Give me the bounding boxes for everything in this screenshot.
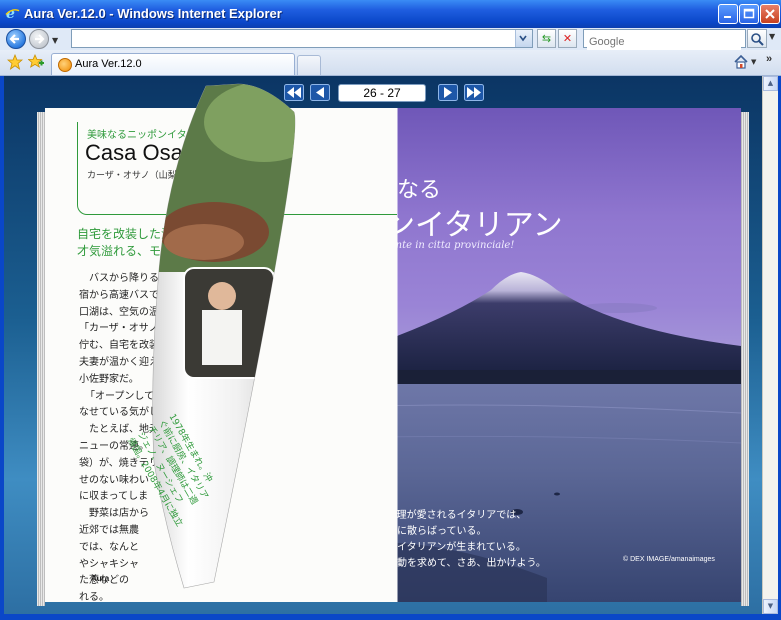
close-icon bbox=[765, 9, 775, 19]
window-title: Aura Ver.12.0 - Windows Internet Explore… bbox=[24, 6, 282, 21]
favorites-star-icon[interactable] bbox=[7, 54, 23, 70]
refresh-icon: ⇆ bbox=[541, 32, 552, 45]
page-stack-left bbox=[37, 112, 45, 606]
tab-label: Aura Ver.12.0 bbox=[75, 58, 142, 70]
vertical-scrollbar[interactable]: ▲ ▼ bbox=[762, 76, 778, 614]
add-favorites-icon[interactable] bbox=[28, 54, 44, 70]
page-footer-magazine: Aura bbox=[91, 574, 110, 583]
window-frame-bottom bbox=[0, 614, 781, 620]
page-stack-right bbox=[741, 112, 749, 606]
ie-logo-icon: e bbox=[5, 6, 20, 21]
photo-credit: © DEX IMAGE/amanaimages bbox=[623, 556, 715, 563]
scroll-up-button[interactable]: ▲ bbox=[763, 76, 778, 91]
close-button[interactable] bbox=[760, 4, 780, 24]
toolbar-overflow-icon[interactable]: » bbox=[766, 53, 772, 65]
tab-bar: Aura Ver.12.0 ▼ » bbox=[0, 50, 781, 76]
navigation-bar: ▼ ⇆ ✕ ▼ bbox=[0, 28, 781, 51]
site-favicon-icon bbox=[58, 58, 72, 72]
back-arrow-icon bbox=[9, 34, 19, 44]
new-tab-button[interactable] bbox=[297, 55, 321, 75]
address-bar[interactable] bbox=[71, 29, 533, 48]
ebook-viewer: 26 - 27 美味なるニッポンイタリアン――1 Casa Osano カーザ・… bbox=[4, 76, 762, 614]
minimize-button[interactable] bbox=[718, 4, 738, 24]
forward-arrow-icon bbox=[35, 34, 45, 44]
search-button[interactable] bbox=[747, 29, 767, 48]
history-dropdown-icon[interactable]: ▼ bbox=[52, 36, 58, 45]
refresh-button[interactable]: ⇆ bbox=[537, 29, 556, 48]
search-icon bbox=[751, 33, 764, 46]
search-options-icon[interactable]: ▼ bbox=[769, 32, 775, 41]
back-button[interactable] bbox=[6, 29, 26, 49]
home-dropdown-icon[interactable]: ▼ bbox=[751, 58, 756, 66]
search-input[interactable] bbox=[587, 33, 741, 51]
forward-button[interactable] bbox=[29, 29, 49, 49]
home-icon[interactable] bbox=[733, 54, 749, 70]
maximize-button[interactable] bbox=[739, 4, 759, 24]
title-bar: e Aura Ver.12.0 - Windows Internet Explo… bbox=[0, 0, 781, 28]
address-dropdown-button[interactable] bbox=[515, 30, 532, 47]
tab-aura[interactable]: Aura Ver.12.0 bbox=[51, 53, 295, 75]
stop-button[interactable]: ✕ bbox=[558, 29, 577, 48]
minimize-icon bbox=[724, 16, 731, 18]
stop-icon: ✕ bbox=[562, 32, 573, 45]
search-box[interactable] bbox=[583, 29, 746, 51]
scroll-down-button[interactable]: ▼ bbox=[763, 599, 778, 614]
chevron-down-icon bbox=[519, 35, 527, 42]
maximize-icon bbox=[743, 8, 755, 19]
